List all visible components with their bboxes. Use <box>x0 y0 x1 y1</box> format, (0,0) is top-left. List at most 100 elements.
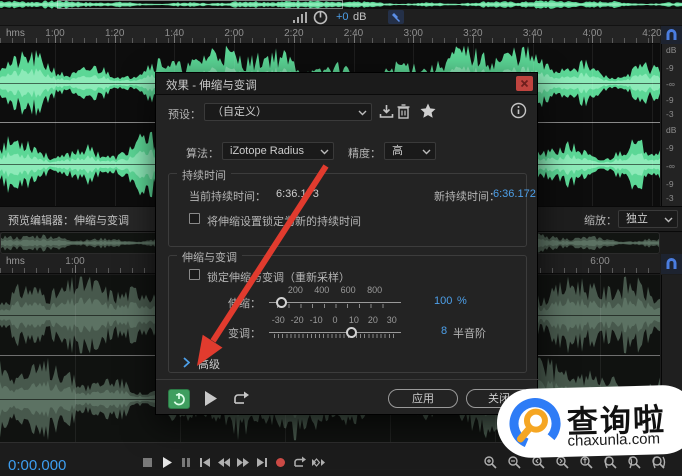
stretch-unit: % <box>457 295 467 307</box>
chevron-down-icon <box>358 110 367 116</box>
zoom-sel-left-icon[interactable] <box>603 455 619 471</box>
chevron-down-icon <box>422 149 431 155</box>
zoom-in-icon[interactable] <box>483 455 499 471</box>
lock-duration-checkbox[interactable] <box>189 213 200 224</box>
dialog-close-button[interactable] <box>516 76 533 91</box>
stretch-tick-labels: 200400600800 <box>269 285 401 295</box>
amplitude-ruler-label: -9 <box>666 144 674 152</box>
algorithm-select[interactable]: iZotope Radius <box>222 142 334 160</box>
precision-label: 精度： <box>348 145 381 161</box>
watermark-logo-icon <box>506 395 563 452</box>
slider-tick-label: 400 <box>314 285 329 295</box>
preview-zoom-label: 缩放： <box>584 212 617 228</box>
ruler-tick <box>294 35 295 43</box>
watermark-domain: chaxunla.com <box>567 430 660 449</box>
preview-play-icon[interactable] <box>204 391 217 406</box>
preview-zoom-value: 独立 <box>626 213 648 225</box>
hud-gain-value[interactable]: +0 <box>336 11 349 23</box>
preview-zoom-select[interactable]: 独立 <box>618 210 678 228</box>
preset-select[interactable]: （自定义） <box>204 103 372 121</box>
lock-stretch-pitch-checkbox[interactable] <box>189 269 200 280</box>
current-duration-value: 6:36.173 <box>276 188 319 200</box>
zoom-amplitude-icon[interactable] <box>579 455 595 471</box>
stretch-slider-track[interactable] <box>269 302 401 303</box>
knob-icon[interactable] <box>313 10 328 25</box>
loop-preview-icon[interactable] <box>232 390 250 407</box>
zoom-out-icon[interactable] <box>507 455 523 471</box>
save-preset-icon[interactable] <box>378 103 395 120</box>
selection-time[interactable]: 0:00.000 <box>8 457 66 474</box>
preset-label: 预设： <box>168 106 201 122</box>
precision-select[interactable]: 高 <box>384 142 436 160</box>
pause-icon[interactable] <box>178 455 194 471</box>
duration-group: 持续时间 <box>168 173 527 247</box>
pitch-tick-labels: -30-20-100102030 <box>269 315 401 325</box>
main-timeline-ruler[interactable]: hms 1:001:201:402:002:202:403:003:203:40… <box>0 26 660 44</box>
ruler-tick <box>354 35 355 43</box>
meter-icon <box>293 12 307 23</box>
ruler-tick <box>234 35 235 43</box>
close-icon <box>516 76 533 91</box>
magnet-icon <box>661 254 682 274</box>
amplitude-ruler[interactable]: dB-9-∞-9-3dB-9-∞-9-3 <box>661 44 682 206</box>
lock-stretch-pitch-checkbox-label: 锁定伸缩与变调（重新采样） <box>207 269 350 285</box>
record-icon[interactable] <box>273 455 289 471</box>
overview-selection-box[interactable] <box>57 0 343 9</box>
ruler-tick <box>473 35 474 43</box>
dialog-titlebar[interactable]: 效果 - 伸缩与变调 <box>156 73 537 95</box>
slider-tick-label: 600 <box>341 285 356 295</box>
favorite-star-icon[interactable] <box>419 102 437 120</box>
advanced-chevron-icon[interactable] <box>183 357 190 368</box>
amplitude-ruler-label: -∞ <box>666 80 675 88</box>
zoom-selection-icon[interactable] <box>651 455 667 471</box>
precision-value: 高 <box>392 145 403 157</box>
skip-end-icon[interactable] <box>254 455 270 471</box>
ruler-tick <box>115 35 116 43</box>
rewind-icon[interactable] <box>216 455 232 471</box>
stop-icon[interactable] <box>140 455 156 471</box>
skip-selection-icon[interactable] <box>311 455 327 471</box>
amplitude-ruler-label: -3 <box>666 110 674 118</box>
magnet-icon <box>661 26 682 44</box>
slider-tick-label: -10 <box>310 315 323 325</box>
skip-start-icon[interactable] <box>197 455 213 471</box>
delete-preset-icon[interactable] <box>396 103 411 120</box>
apply-button[interactable]: 应用 <box>388 389 458 408</box>
new-duration-label: 新持续时间： <box>434 188 500 204</box>
algorithm-label: 算法： <box>186 145 219 161</box>
slider-tick-label: 10 <box>349 315 359 325</box>
slider-tick-label: -30 <box>272 315 285 325</box>
fast-forward-icon[interactable] <box>235 455 251 471</box>
zoom-in-right-icon[interactable] <box>555 455 571 471</box>
dialog-title: 效果 - 伸缩与变调 <box>166 77 257 93</box>
stretch-value[interactable]: 100 <box>434 295 452 307</box>
preview-magnet-button[interactable] <box>661 254 682 274</box>
power-toggle-button[interactable] <box>168 389 190 409</box>
duration-group-title: 持续时间 <box>177 167 231 183</box>
pin-icon <box>388 10 404 24</box>
magnet-button[interactable] <box>661 26 682 44</box>
new-duration-value[interactable]: 6:36.172 <box>493 188 536 200</box>
ruler-tick <box>413 35 414 43</box>
ruler-tick <box>652 35 653 43</box>
amplitude-ruler-label: -∞ <box>666 162 675 170</box>
chevron-down-icon <box>320 149 329 155</box>
ruler-tick <box>600 265 601 273</box>
amplitude-ruler-label: -9 <box>666 96 674 104</box>
zoom-sel-right-icon[interactable] <box>627 455 643 471</box>
loop-icon[interactable] <box>292 455 308 471</box>
current-duration-label: 当前持续时间： <box>189 188 266 204</box>
preview-title-box: 预览编辑器：伸缩与变调 <box>0 207 162 231</box>
advanced-label[interactable]: 高级 <box>198 356 220 372</box>
ruler-tick <box>533 35 534 43</box>
stretch-pitch-group-title: 伸缩与变调 <box>177 249 242 265</box>
pin-button[interactable] <box>388 10 404 24</box>
info-icon[interactable] <box>510 102 527 119</box>
hud-bar: +0 dB <box>0 9 682 26</box>
pitch-slider-track[interactable] <box>269 332 401 333</box>
pitch-value[interactable]: 8 <box>441 325 447 337</box>
play-icon[interactable] <box>159 455 175 471</box>
amplitude-ruler-label: dB <box>666 46 676 54</box>
algorithm-value: iZotope Radius <box>230 145 304 157</box>
transport-controls <box>140 455 340 471</box>
